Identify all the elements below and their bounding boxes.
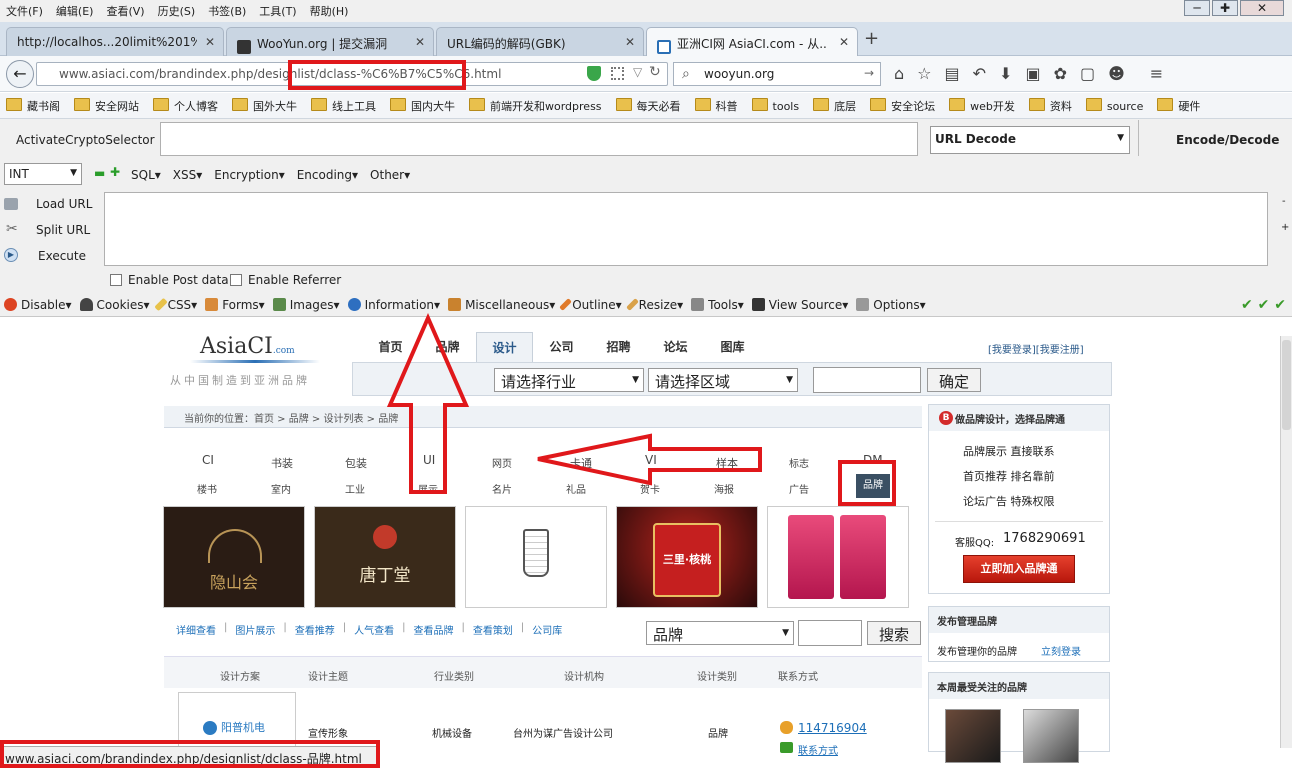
annotation-up-arrow	[386, 313, 470, 494]
annotation-statusbar-box	[0, 740, 380, 768]
annotation-arrows	[386, 313, 762, 494]
annotation-left-arrow	[537, 433, 762, 486]
